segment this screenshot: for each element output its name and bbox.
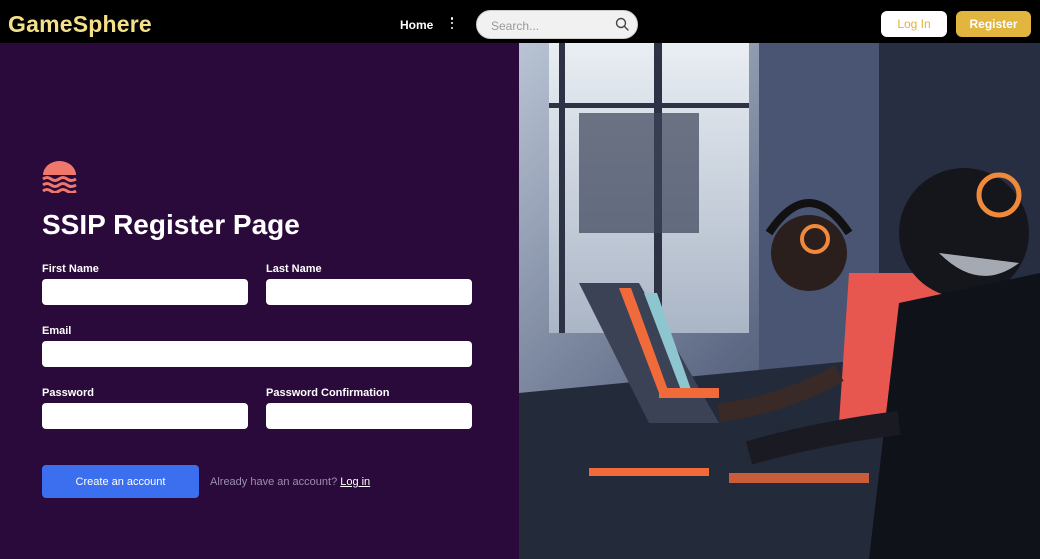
brand-logo[interactable]: GameSphere bbox=[8, 11, 152, 38]
gaming-photo bbox=[519, 43, 1040, 559]
email-label: Email bbox=[42, 325, 72, 337]
email-field[interactable] bbox=[42, 341, 472, 367]
register-button[interactable]: Register bbox=[956, 11, 1031, 37]
top-navbar: GameSphere Home Log In Register bbox=[0, 0, 1040, 43]
nav-home-link[interactable]: Home bbox=[400, 18, 433, 32]
page-title: SSIP Register Page bbox=[42, 209, 300, 240]
create-account-button[interactable]: Create an account bbox=[42, 465, 199, 498]
already-account-label: Already have an account? bbox=[210, 476, 338, 488]
waves-sun-icon bbox=[42, 161, 77, 193]
first-name-label: First Name bbox=[42, 263, 99, 275]
last-name-field[interactable] bbox=[266, 279, 472, 305]
last-name-label: Last Name bbox=[266, 263, 322, 275]
login-button[interactable]: Log In bbox=[881, 11, 947, 37]
password-label: Password bbox=[42, 387, 94, 399]
password-field[interactable] bbox=[42, 403, 248, 429]
hero-image bbox=[519, 43, 1040, 559]
password-confirmation-label: Password Confirmation bbox=[266, 387, 390, 399]
login-link[interactable]: Log in bbox=[340, 476, 370, 488]
password-confirmation-field[interactable] bbox=[266, 403, 472, 429]
more-vertical-icon[interactable] bbox=[448, 17, 456, 29]
already-account-text: Already have an account? Log in bbox=[210, 476, 370, 488]
search-box bbox=[476, 10, 638, 39]
register-panel: SSIP Register Page First Name Last Name … bbox=[0, 43, 519, 559]
search-input[interactable] bbox=[489, 16, 613, 36]
first-name-field[interactable] bbox=[42, 279, 248, 305]
search-icon[interactable] bbox=[615, 17, 629, 31]
